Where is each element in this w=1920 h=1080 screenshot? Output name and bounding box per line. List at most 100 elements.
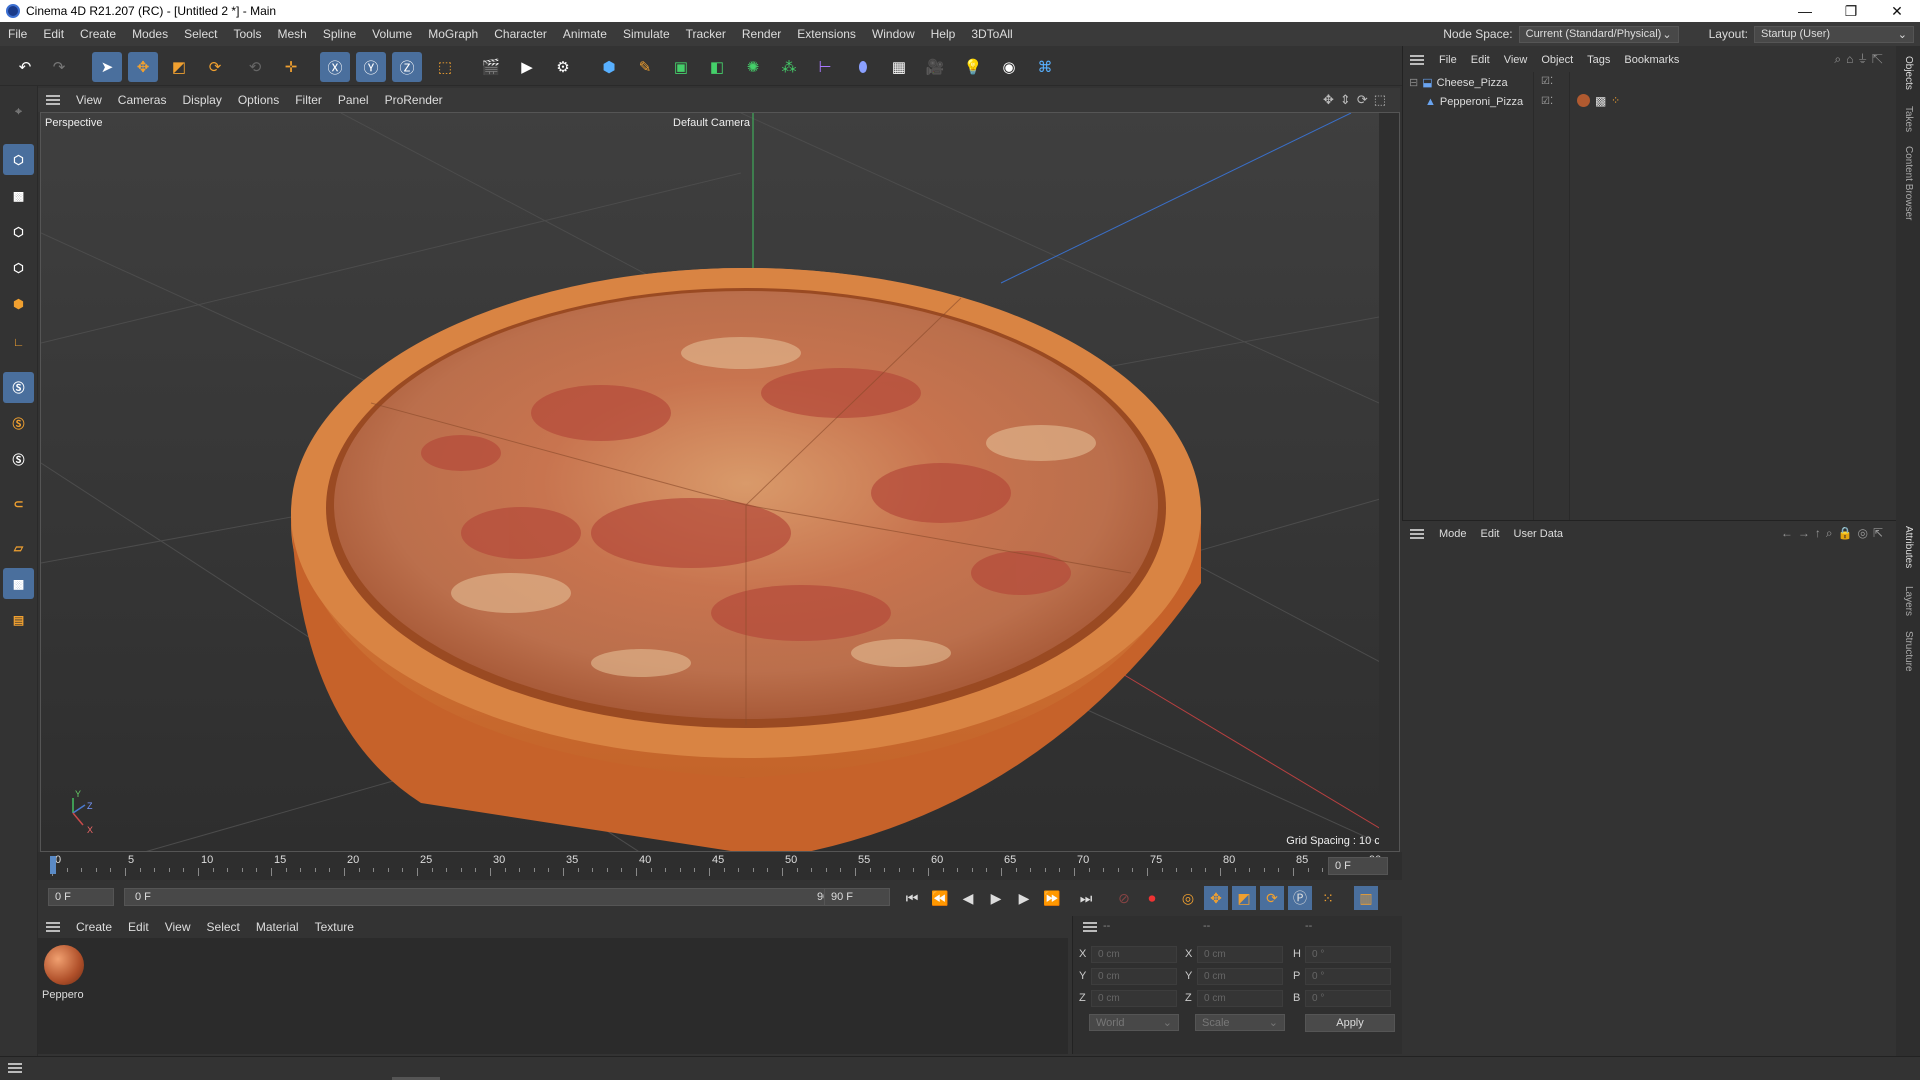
pos-y-field[interactable]: 0 cm [1091,968,1177,985]
viewport-menu-panel[interactable]: Panel [330,93,377,107]
viewport-menu-prorender[interactable]: ProRender [377,93,451,107]
camera-button[interactable]: 🎥 [920,52,950,82]
obj-menu-edit[interactable]: Edit [1464,54,1497,66]
viewport-menu-view[interactable]: View [68,93,110,107]
live-selection-button[interactable]: ➤ [92,52,122,82]
menu-tools[interactable]: Tools [225,27,269,41]
next-frame-button[interactable]: ▶ [1012,886,1036,910]
axis-mode-button[interactable]: ∟ [3,326,34,357]
point-level-key-button[interactable]: ⁙ [1316,886,1340,910]
cube-button[interactable]: ⬢ [594,52,624,82]
polygons-mode-button[interactable]: ⬢ [3,288,34,319]
workplane-button[interactable]: Ⓢ [3,444,34,475]
scale-tool-button[interactable]: ◩ [164,52,194,82]
layout-select[interactable]: Startup (User) ⌄ [1754,25,1914,43]
x-axis-lock-button[interactable]: Ⓧ [320,52,350,82]
object-name[interactable]: Pepperoni_Pizza [1440,96,1523,108]
material-thumbnail[interactable] [44,945,84,985]
frame-range-slider[interactable]: 0 F 90 F [124,888,850,906]
cloner-button[interactable]: ✺ [738,52,768,82]
menu-mograph[interactable]: MoGraph [420,27,486,41]
obj-menu-view[interactable]: View [1497,54,1535,66]
viewport-menu-filter[interactable]: Filter [287,93,330,107]
undo-button[interactable]: ↶ [10,52,40,82]
timeline-ruler[interactable]: 051015202530354045505560657075808590 0 F [38,852,1402,880]
tab-objects[interactable]: Objects [1903,56,1914,90]
subdivision-surface-button[interactable]: ▣ [666,52,696,82]
recent-tool-button[interactable]: ⟲ [240,52,270,82]
menu-character[interactable]: Character [486,27,555,41]
viewport-menu-cameras[interactable]: Cameras [110,93,175,107]
y-axis-lock-button[interactable]: Ⓨ [356,52,386,82]
rot-p-field[interactable]: 0 ° [1305,968,1391,985]
mat-menu-texture[interactable]: Texture [307,920,362,934]
menu-tracker[interactable]: Tracker [678,27,734,41]
close-button[interactable]: ✕ [1874,0,1920,22]
scale-key-button[interactable]: ◩ [1232,886,1256,910]
menu-volume[interactable]: Volume [364,27,420,41]
object-row-pepperoni-pizza[interactable]: ▲ Pepperoni_Pizza [1425,96,1523,108]
hamburger-icon[interactable] [1083,922,1097,932]
move-tool-button[interactable]: ✥ [128,52,158,82]
next-key-button[interactable]: ⏩ [1040,886,1064,910]
viewport-camera-label[interactable]: Default Camera [673,117,750,129]
tree-expand-icon[interactable]: ⊟ [1409,76,1418,89]
snap-settings-button[interactable]: Ⓢ [3,408,34,439]
python-button[interactable]: ⌘ [1030,52,1060,82]
tab-content-browser[interactable]: Content Browser [1903,146,1914,220]
visibility-toggle-icon[interactable]: ☑⁚ [1541,76,1553,87]
mat-menu-edit[interactable]: Edit [120,920,157,934]
floor-button[interactable]: ▦ [884,52,914,82]
mat-menu-material[interactable]: Material [248,920,307,934]
material-tag-icon[interactable] [1577,94,1590,107]
hamburger-icon[interactable] [46,95,60,105]
record-keys-button[interactable]: ⊘ [1112,886,1136,910]
checker-tag-icon[interactable]: ▩ [1595,94,1606,108]
hamburger-icon[interactable] [46,922,60,932]
timeline-window-button[interactable]: ▥ [1354,886,1378,910]
dots-tag-icon[interactable]: ⁘ [1611,94,1620,107]
pos-z-field[interactable]: 0 cm [1091,990,1177,1007]
object-manager-tools[interactable]: ⌕⌂⏚⇱ [1834,52,1888,67]
rotate-tool-button[interactable]: ⟳ [200,52,230,82]
menu-modes[interactable]: Modes [124,27,176,41]
rotation-key-button[interactable]: ⟳ [1260,886,1284,910]
obj-menu-file[interactable]: File [1432,54,1464,66]
keyframe-selection-button[interactable]: ◎ [1176,886,1200,910]
menu-select[interactable]: Select [176,27,225,41]
menu-window[interactable]: Window [864,27,923,41]
attr-menu-mode[interactable]: Mode [1432,528,1474,540]
menu-mesh[interactable]: Mesh [269,27,314,41]
redo-button[interactable]: ↷ [44,52,74,82]
model-mode-button[interactable]: ⬡ [3,144,34,175]
snap-button[interactable]: Ⓢ [3,372,34,403]
tab-layers[interactable]: Layers [1903,586,1914,616]
create-tool-button[interactable]: ✛ [276,52,306,82]
coord-space-select[interactable]: World ⌄ [1089,1014,1179,1031]
end-frame-field[interactable]: 90 F [824,888,890,906]
viewport-scrollbar[interactable] [1379,113,1399,851]
menu-spline[interactable]: Spline [315,27,364,41]
material-name[interactable]: Peppero [42,989,84,1001]
attr-menu-user-data[interactable]: User Data [1507,528,1571,540]
menu-help[interactable]: Help [923,27,964,41]
parameter-key-button[interactable]: Ⓟ [1288,886,1312,910]
autokey-button[interactable]: ⏺ [1140,886,1164,910]
menu-extensions[interactable]: Extensions [789,27,864,41]
coord-mode-select[interactable]: Scale ⌄ [1195,1014,1285,1031]
planar-workplane-button[interactable]: ▤ [3,604,34,635]
size-z-field[interactable]: 0 cm [1197,990,1283,1007]
locked-workplane-button[interactable]: ▩ [3,568,34,599]
z-axis-lock-button[interactable]: Ⓩ [392,52,422,82]
field-button[interactable]: ⬮ [848,52,878,82]
object-row-cheese-pizza[interactable]: ⊟ ⬓ Cheese_Pizza [1409,76,1508,90]
go-to-start-button[interactable]: ⏮ [900,886,924,910]
plugin-s-button[interactable]: ◉ [994,52,1024,82]
size-x-field[interactable]: 0 cm [1197,946,1283,963]
mograph-button[interactable]: ⁂ [774,52,804,82]
mat-menu-view[interactable]: View [157,920,199,934]
previous-key-button[interactable]: ⏪ [928,886,952,910]
render-settings-button[interactable]: ⚙ [548,52,578,82]
pen-spline-button[interactable]: ✎ [630,52,660,82]
viewport-nav-icons[interactable]: ✥⇕⟳⬚ [1323,92,1392,108]
